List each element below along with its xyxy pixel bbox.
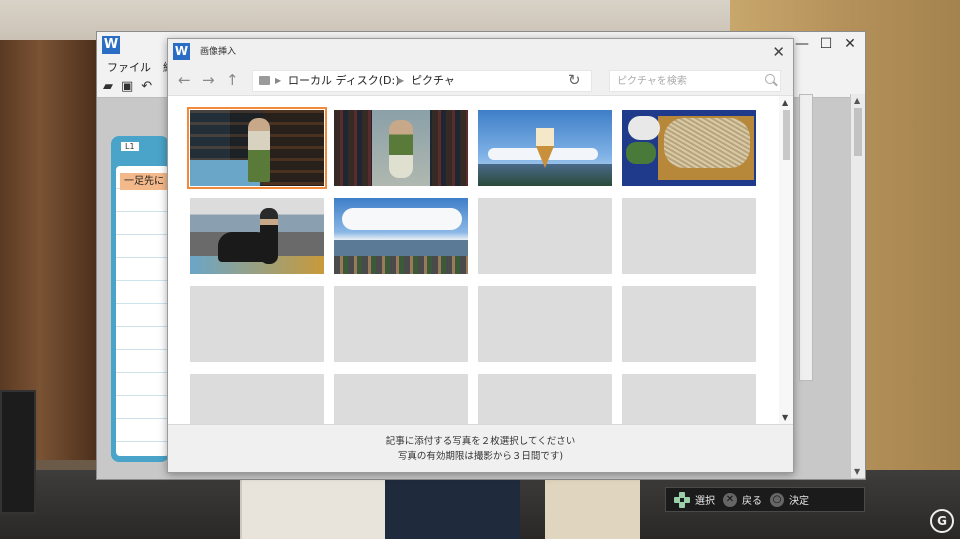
thumbnail-empty[interactable] [622, 374, 756, 424]
menu-file[interactable]: ファイル [107, 59, 151, 75]
scroll-thumb[interactable] [783, 110, 790, 160]
watermark-logo: G [930, 509, 954, 533]
app-icon: W [102, 36, 120, 54]
shelf [240, 478, 394, 539]
document-card: L1 一足先に [111, 136, 173, 462]
thumbnail-soft-serve-lake[interactable] [478, 110, 612, 186]
scroll-up-icon[interactable]: ▲ [782, 98, 788, 107]
forward-arrow-icon[interactable]: → [202, 70, 215, 90]
document-paper[interactable] [116, 166, 169, 456]
scroll-down-icon[interactable]: ▼ [854, 467, 860, 476]
window-controls: — ☐ ✕ [795, 35, 857, 53]
chevron-right-icon: ▶ [275, 76, 282, 85]
thumbnail-soba-noodles[interactable] [622, 110, 756, 186]
thumbnail-empty[interactable] [190, 286, 324, 362]
navigation-bar: ← → ↑ ▶ ローカル ディスク(D:) ▶ ピクチャ ↻ [168, 65, 793, 96]
path-segment-pictures[interactable]: ピクチャ [411, 71, 455, 91]
scroll-down-icon[interactable]: ▼ [782, 413, 788, 422]
side-panel [799, 94, 813, 381]
undo-icon[interactable]: ↶ [141, 79, 152, 94]
tv [0, 390, 36, 514]
guide-back: ✕ 戻る [723, 492, 762, 507]
guide-back-label: 戻る [742, 496, 762, 507]
instruction-line-2: 写真の有効期限は撮影から３日間です) [397, 451, 564, 462]
up-arrow-icon[interactable]: ↑ [226, 70, 239, 90]
document-line: 一足先に [120, 173, 173, 190]
thumbnail-library-girl-standing[interactable] [187, 107, 327, 189]
drive-icon [259, 76, 270, 85]
minimize-icon[interactable]: — [795, 35, 809, 53]
dialog-title: 画像挿入 [200, 47, 237, 57]
dialog-titlebar: W 画像挿入 ✕ [168, 39, 793, 65]
thumbnail-motorcycle-rider[interactable] [190, 198, 324, 274]
close-icon[interactable]: ✕ [843, 35, 857, 53]
search-input[interactable] [610, 71, 759, 91]
guide-confirm-label: 決定 [789, 496, 809, 507]
save-icon[interactable]: ▣ [121, 79, 133, 94]
search-box[interactable] [609, 70, 781, 92]
dialog-footer: 記事に添付する写真を２枚選択してください 写真の有効期限は撮影から３日間です) [168, 424, 793, 472]
thumbnail-empty[interactable] [622, 198, 756, 274]
address-bar[interactable]: ▶ ローカル ディスク(D:) ▶ ピクチャ [252, 70, 592, 92]
guide-select-label: 選択 [695, 496, 715, 507]
thumbnail-grid [168, 96, 779, 424]
doc-tag: L1 [121, 142, 139, 151]
controller-guide: 選択 ✕ 戻る ○ 決定 [665, 487, 865, 512]
dialog-scrollbar[interactable]: ▲ ▼ [779, 96, 793, 424]
path-segment-drive[interactable]: ローカル ディスク(D:) [288, 71, 400, 91]
cross-button-icon: ✕ [723, 492, 737, 507]
word-processor-scrollbar[interactable]: ▲ ▼ [850, 94, 865, 478]
search-icon[interactable] [765, 74, 775, 84]
thumbnail-empty[interactable] [478, 198, 612, 274]
back-arrow-icon[interactable]: ← [178, 70, 191, 90]
guide-confirm: ○ 決定 [770, 492, 809, 507]
scroll-up-icon[interactable]: ▲ [854, 96, 860, 105]
instruction-line-1: 記事に添付する写真を２枚選択してください [385, 436, 576, 447]
thumbnail-empty[interactable] [478, 374, 612, 424]
dpad-icon [674, 491, 690, 508]
guide-select: 選択 [674, 491, 715, 508]
image-insert-dialog: W 画像挿入 ✕ ← → ↑ ▶ ローカル ディスク(D:) ▶ ピクチャ ↻ … [167, 38, 794, 473]
cart [545, 478, 640, 539]
chevron-right-icon: ▶ [398, 76, 405, 85]
app-icon: W [173, 43, 190, 60]
bag [385, 478, 520, 539]
thumbnail-empty[interactable] [478, 286, 612, 362]
thumbnail-empty[interactable] [622, 286, 756, 362]
thumbnail-lake-view[interactable] [334, 198, 468, 274]
folder-open-icon[interactable]: ▰ [103, 79, 113, 94]
refresh-icon[interactable]: ↻ [568, 70, 581, 90]
thumbnail-empty[interactable] [334, 286, 468, 362]
close-icon[interactable]: ✕ [772, 42, 785, 62]
maximize-icon[interactable]: ☐ [819, 35, 833, 53]
thumbnail-library-girl-sitting[interactable] [334, 110, 468, 186]
scroll-thumb[interactable] [854, 108, 862, 156]
thumbnail-empty[interactable] [334, 374, 468, 424]
thumbnail-empty[interactable] [190, 374, 324, 424]
circle-button-icon: ○ [770, 492, 784, 507]
